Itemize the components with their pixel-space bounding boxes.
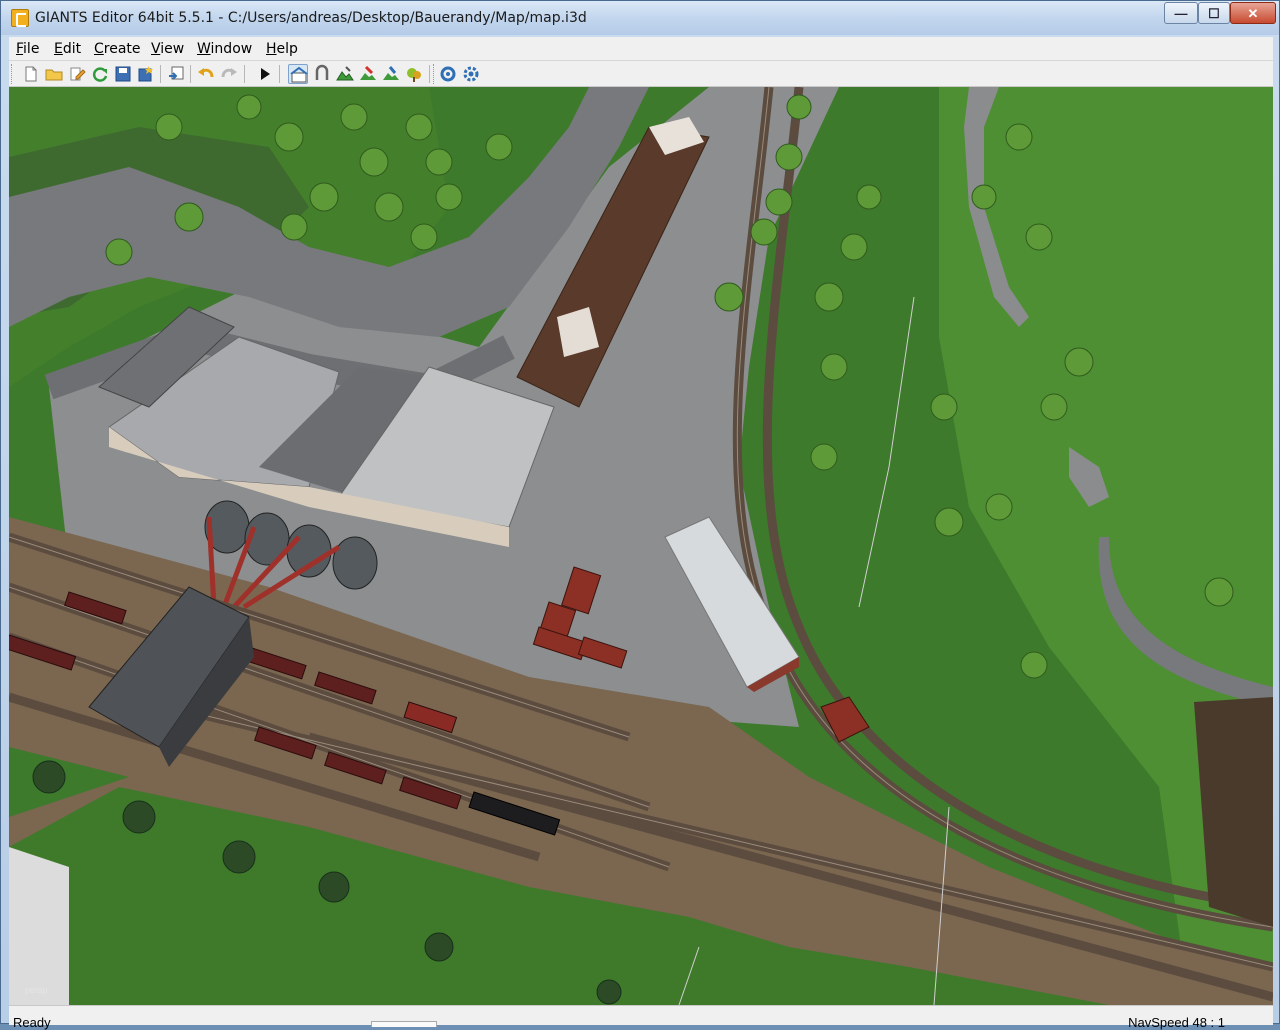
save-as-button[interactable] xyxy=(136,64,156,84)
placement-icon xyxy=(407,68,421,82)
maximize-icon: ☐ xyxy=(1208,6,1220,21)
close-icon: ✕ xyxy=(1247,6,1259,21)
title-bar[interactable]: GIANTS Editor 64bit 5.5.1 - C:/Users/and… xyxy=(1,1,1279,35)
menu-window[interactable]: Window xyxy=(197,41,252,57)
toolbar-grip[interactable] xyxy=(433,64,436,84)
toolbar-separator xyxy=(244,65,245,83)
undo-icon xyxy=(198,68,214,78)
save-as-icon xyxy=(138,66,153,82)
foliage-paint-icon xyxy=(383,66,399,80)
play-button[interactable] xyxy=(255,64,275,84)
terrain-paint-button[interactable] xyxy=(358,64,378,84)
open-folder-icon xyxy=(45,69,63,81)
toolbar xyxy=(9,61,1273,87)
rotate-camera-button[interactable] xyxy=(438,64,458,84)
play-icon xyxy=(261,68,270,80)
foliage-paint-button[interactable] xyxy=(381,64,401,84)
close-button[interactable]: ✕ xyxy=(1230,2,1276,24)
menu-help[interactable]: Help xyxy=(266,41,298,57)
settings-icon xyxy=(463,66,479,82)
window-title: GIANTS Editor 64bit 5.5.1 - C:/Users/and… xyxy=(35,10,587,26)
toolbar-separator xyxy=(160,65,161,83)
select-mode-icon xyxy=(290,66,308,83)
redo-icon xyxy=(221,68,237,78)
redo-button[interactable] xyxy=(219,64,239,84)
edit-script-icon xyxy=(70,67,86,81)
menu-create[interactable]: Create xyxy=(94,41,141,57)
giants-logo-icon xyxy=(11,9,29,27)
settings-button[interactable] xyxy=(461,64,481,84)
import-button[interactable] xyxy=(166,64,186,84)
new-file-button[interactable] xyxy=(21,64,41,84)
camera-label: persp xyxy=(25,985,48,995)
toolbar-separator xyxy=(190,65,191,83)
edit-script-button[interactable] xyxy=(67,64,87,84)
terrain-sculpt-icon xyxy=(336,66,354,81)
menu-bar: File Edit Create View Window Help xyxy=(9,37,1273,61)
menu-view[interactable]: View xyxy=(151,41,184,57)
scene-render xyxy=(9,87,1273,1005)
toolbar-grip[interactable] xyxy=(11,64,14,84)
status-bar: Ready NavSpeed 48 : 1 xyxy=(9,1005,1273,1030)
menu-edit[interactable]: Edit xyxy=(54,41,81,57)
editor-window: GIANTS Editor 64bit 5.5.1 - C:/Users/and… xyxy=(0,0,1280,1030)
status-progress-slot xyxy=(371,1021,437,1027)
terrain-sculpt-button[interactable] xyxy=(335,64,355,84)
import-icon xyxy=(169,66,184,80)
undo-button[interactable] xyxy=(196,64,216,84)
save-icon xyxy=(115,66,131,82)
3d-viewport[interactable]: persp xyxy=(9,87,1273,1005)
save-button[interactable] xyxy=(113,64,133,84)
terrain-paint-icon xyxy=(360,65,376,80)
nav-speed-readout: NavSpeed 48 : 1 xyxy=(1128,1015,1225,1030)
reload-icon xyxy=(92,67,108,82)
move-mode-button[interactable] xyxy=(312,64,332,84)
minimize-icon: — xyxy=(1174,6,1188,21)
reload-button[interactable] xyxy=(90,64,110,84)
minimize-button[interactable]: — xyxy=(1164,2,1198,24)
menu-file[interactable]: File xyxy=(16,41,39,57)
toolbar-separator xyxy=(429,65,430,83)
placement-button[interactable] xyxy=(404,64,424,84)
open-button[interactable] xyxy=(44,64,64,84)
select-mode-button[interactable] xyxy=(288,64,308,84)
new-file-icon xyxy=(25,66,37,82)
status-text: Ready xyxy=(13,1015,51,1030)
move-mode-icon xyxy=(315,64,329,80)
maximize-button[interactable]: ☐ xyxy=(1198,2,1230,24)
toolbar-separator xyxy=(279,65,280,83)
rotate-camera-icon xyxy=(440,66,456,82)
